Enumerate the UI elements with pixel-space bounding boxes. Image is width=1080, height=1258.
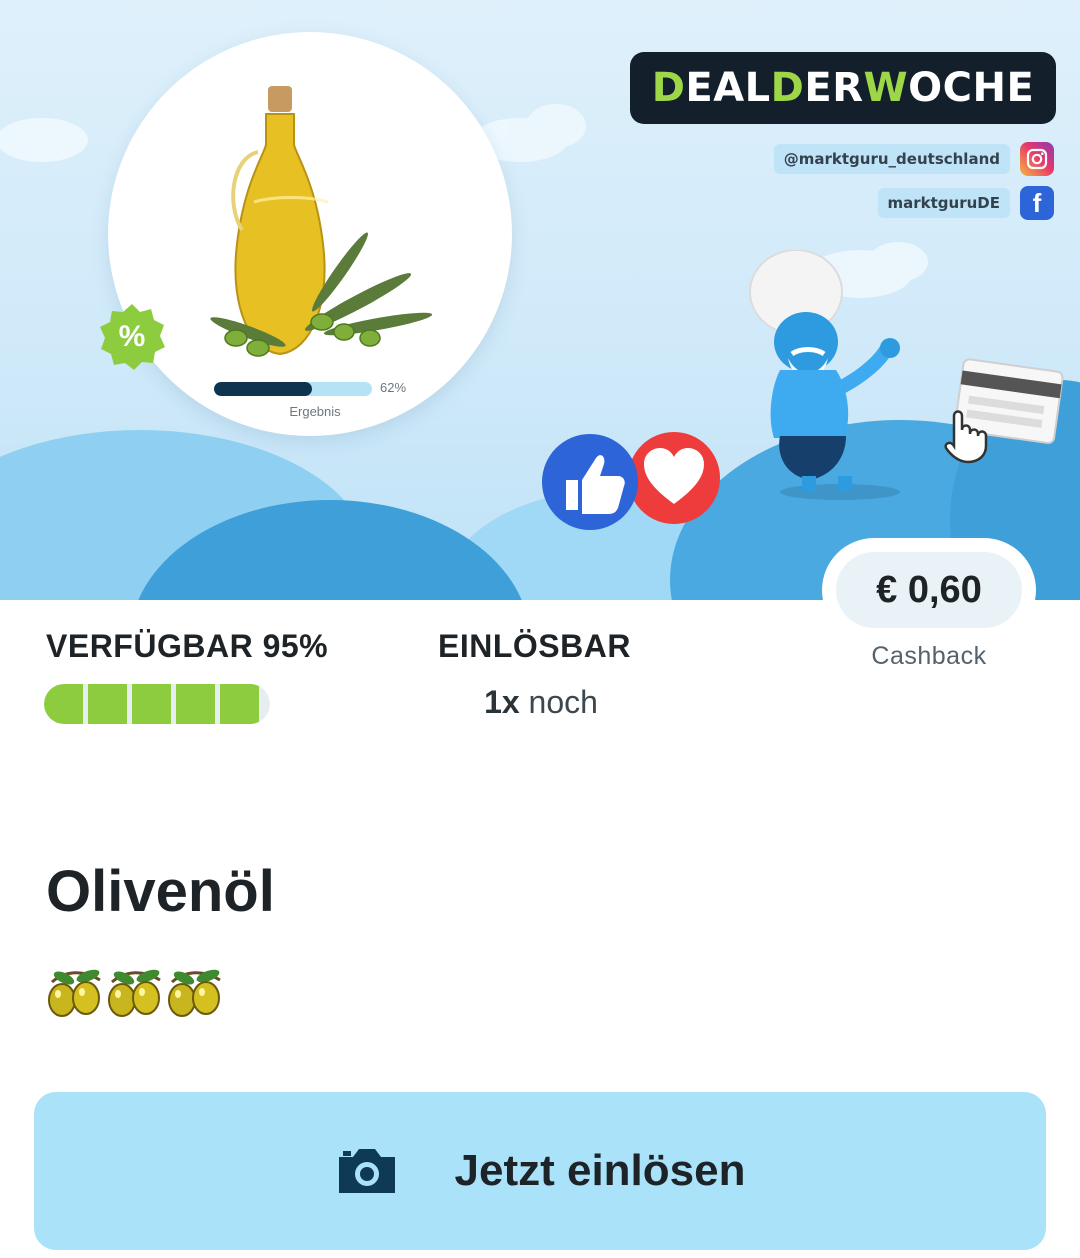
availability-segment (44, 684, 83, 724)
cashback-label: Cashback (871, 642, 987, 670)
deal-banner: D EAL D ER W OCHE @marktguru_deutschland ma… (0, 0, 1080, 600)
olive-icon (108, 969, 161, 1017)
availability-segment (131, 684, 171, 724)
instagram-handle: @marktguru_deutschland (773, 144, 1010, 174)
camera-icon (338, 1149, 395, 1193)
olive-emoji-row (46, 966, 224, 1020)
availability-segment (87, 684, 127, 724)
facebook-row: marktguruDE f (877, 186, 1054, 220)
result-progress-fill (214, 382, 312, 396)
redeemable-count: 1x noch (438, 684, 644, 721)
olive-icon (48, 969, 101, 1017)
redeem-now-label: Jetzt einlösen (454, 1146, 746, 1195)
deal-title-part: EAL (685, 65, 771, 111)
redeemable-count-value: 1x (484, 684, 520, 720)
deal-of-the-week-badge: D EAL D ER W OCHE (630, 52, 1056, 124)
cashback-amount: € 0,60 (836, 552, 1022, 628)
facebook-icon: f (1020, 186, 1054, 220)
percent-badge-label: % (118, 320, 146, 353)
redeemable-count-suffix: noch (519, 684, 598, 720)
facebook-handle: marktguruDE (877, 188, 1010, 218)
deal-title-part: OCHE (908, 65, 1035, 111)
percent-badge: % (97, 302, 167, 372)
reaction-icons (542, 432, 720, 530)
deal-title-part: ER (804, 65, 864, 111)
redeem-now-button[interactable]: Jetzt einlösen (34, 1092, 1046, 1250)
mascot-illustration (749, 250, 900, 492)
olive-oil-bottle-icon (210, 86, 433, 357)
card-tap-icon (944, 358, 1064, 464)
result-label: Ergebnis (289, 404, 341, 419)
result-progress-bar (214, 382, 372, 396)
redeemable-label: EINLÖSBAR (438, 628, 631, 664)
instagram-icon (1020, 142, 1054, 176)
product-title: Olivenöl (46, 859, 275, 924)
availability-segment (219, 684, 259, 724)
availability-bar-fill (44, 684, 259, 724)
availability-segment (175, 684, 215, 724)
thumbs-up-icon (542, 434, 638, 530)
deal-title-letter: W (863, 65, 909, 111)
product-image-circle (108, 32, 512, 436)
availability-bar (44, 684, 270, 724)
heart-icon (628, 432, 720, 524)
olive-icon (168, 969, 221, 1017)
deal-title-letter: D (651, 65, 686, 111)
availability-label: VERFÜGBAR 95% (46, 628, 329, 664)
instagram-row: @marktguru_deutschland (773, 142, 1054, 176)
result-percent: 62% (380, 380, 407, 395)
deal-title-letter: D (770, 65, 805, 111)
